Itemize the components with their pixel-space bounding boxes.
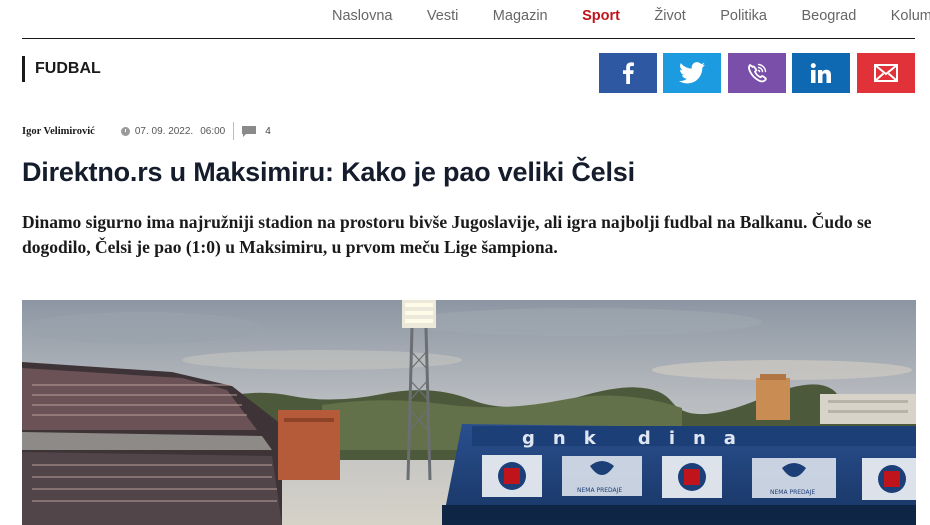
- article-title: Direktno.rs u Maksimiru: Kako je pao vel…: [22, 157, 635, 187]
- facebook-icon: [623, 62, 634, 84]
- stadium-photo: gnk dina NEMA PREDAJE NEMA PREDAJE: [22, 300, 916, 525]
- hero-image[interactable]: gnk dina NEMA PREDAJE NEMA PREDAJE: [22, 300, 916, 525]
- facebook-share-button[interactable]: [599, 53, 657, 93]
- mail-icon: [874, 64, 898, 82]
- article-meta: Igor Velimirović 07. 09. 2022. 06:00 4: [22, 122, 271, 140]
- email-share-button[interactable]: [857, 53, 915, 93]
- stand-lettering: gnk dina: [522, 428, 754, 449]
- viber-icon: [748, 63, 767, 83]
- twitter-share-button[interactable]: [663, 53, 721, 93]
- nav-item-kolumne[interactable]: Kolumne: [891, 8, 930, 24]
- publish-date: 07. 09. 2022.: [134, 125, 194, 137]
- article-lead: Dinamo sigurno ima najružniji stadion na…: [22, 212, 872, 257]
- nav-divider: [22, 38, 915, 39]
- club-crest-icon: [482, 455, 542, 497]
- nav-item-vesti[interactable]: Vesti: [427, 8, 458, 24]
- publish-time: 06:00: [200, 125, 226, 137]
- comment-icon[interactable]: [242, 125, 257, 137]
- banner-text-1: NEMA PREDAJE: [577, 487, 622, 494]
- author-name[interactable]: Igor Velimirović: [22, 126, 95, 137]
- nav-item-politika[interactable]: Politika: [720, 8, 767, 24]
- nav-item-zivot[interactable]: Život: [654, 8, 685, 24]
- banner-text-2: NEMA PREDAJE: [770, 489, 815, 496]
- nav-item-sport[interactable]: Sport: [582, 8, 620, 24]
- linkedin-icon: [810, 63, 831, 83]
- nav-item-beograd[interactable]: Beograd: [801, 8, 856, 24]
- twitter-icon: [679, 62, 705, 84]
- meta-divider: [233, 122, 235, 140]
- linkedin-share-button[interactable]: [792, 53, 850, 93]
- main-navigation: Naslovna Vesti Magazin Sport Život Polit…: [0, 0, 930, 36]
- viber-share-button[interactable]: [728, 53, 786, 93]
- nav-item-magazin[interactable]: Magazin: [493, 8, 548, 24]
- category-label[interactable]: FUDBAL: [22, 56, 101, 82]
- clock-icon: [120, 126, 130, 136]
- nav-item-naslovna[interactable]: Naslovna: [332, 8, 392, 24]
- comment-count[interactable]: 4: [265, 126, 271, 137]
